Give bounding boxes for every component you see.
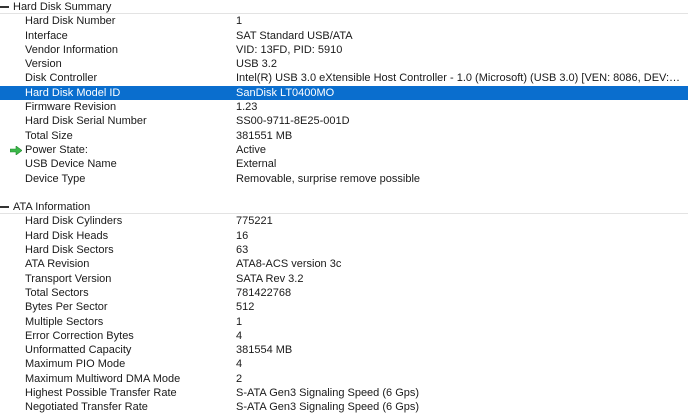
table-row[interactable]: ATA Revision ATA8-ACS version 3c <box>0 257 688 271</box>
table-row[interactable]: Negotiated Transfer Rate S-ATA Gen3 Signa… <box>0 400 688 414</box>
table-row[interactable]: Hard Disk Number 1 <box>0 14 688 28</box>
table-row[interactable]: Bytes Per Sector 512 <box>0 300 688 314</box>
table-row[interactable]: Disk Controller Intel(R) USB 3.0 eXtensib… <box>0 71 688 85</box>
field-name: Total Sectors <box>25 286 89 299</box>
field-name: Transport Version <box>25 272 112 285</box>
field-value: Intel(R) USB 3.0 eXtensible Host Control… <box>236 72 682 85</box>
field-name: Maximum PIO Mode <box>25 358 126 371</box>
table-row[interactable]: Hard Disk Sectors 63 <box>0 243 688 257</box>
table-row[interactable]: Total Size 381551 MB <box>0 129 688 143</box>
table-row[interactable]: Firmware Revision 1.23 <box>0 100 688 114</box>
table-row[interactable]: Highest Possible Transfer Rate S-ATA Gen3… <box>0 386 688 400</box>
collapse-icon[interactable] <box>0 206 9 209</box>
field-name: Device Type <box>25 172 86 185</box>
table-row[interactable]: Hard Disk Serial Number SS00-9711-8E25-00… <box>0 114 688 128</box>
table-row[interactable]: Interface SAT Standard USB/ATA <box>0 29 688 43</box>
field-name: Negotiated Transfer Rate <box>25 401 148 414</box>
field-value: 775221 <box>236 215 273 228</box>
field-name: Hard Disk Number <box>25 15 116 28</box>
table-row[interactable]: Unformatted Capacity 381554 MB <box>0 343 688 357</box>
table-row[interactable]: Version USB 3.2 <box>0 57 688 71</box>
field-name: Bytes Per Sector <box>25 301 108 314</box>
group-header-hard-disk-summary[interactable]: Hard Disk Summary <box>0 0 688 15</box>
field-name: ATA Revision <box>25 258 90 271</box>
field-value: USB 3.2 <box>236 58 277 71</box>
field-value: ATA8-ACS version 3c <box>236 258 342 271</box>
field-name: Hard Disk Serial Number <box>25 115 147 128</box>
field-name: Error Correction Bytes <box>25 329 134 342</box>
table-row[interactable]: Vendor Information VID: 13FD, PID: 5910 <box>0 43 688 57</box>
field-name: Version <box>25 58 62 71</box>
field-name: Hard Disk Cylinders <box>25 215 123 228</box>
field-name: Firmware Revision <box>25 101 117 114</box>
field-value: Removable, surprise remove possible <box>236 172 421 185</box>
table-row[interactable]: Hard Disk Cylinders 775221 <box>0 214 688 228</box>
field-name: Unformatted Capacity <box>25 344 132 357</box>
table-row[interactable]: Device Type Removable, surprise remove po… <box>0 172 688 186</box>
group-header-ata-information[interactable]: ATA Information <box>0 200 688 215</box>
field-name: Hard Disk Model ID <box>25 86 121 99</box>
table-row[interactable]: USB Device Name External <box>0 157 688 171</box>
field-name: Maximum Multiword DMA Mode <box>25 372 181 385</box>
field-value: SAT Standard USB/ATA <box>236 29 353 42</box>
field-value: 381554 MB <box>236 344 293 357</box>
field-value: 4 <box>236 358 243 371</box>
field-value: 1 <box>236 15 243 28</box>
field-value: SATA Rev 3.2 <box>236 272 304 285</box>
table-row-selected[interactable]: Hard Disk Model ID SanDisk LT0400MO <box>0 85 688 101</box>
table-row[interactable]: Hard Disk Heads 16 <box>0 229 688 243</box>
field-value: 781422768 <box>236 286 292 299</box>
field-value: SS00-9711-8E25-001D <box>236 115 350 128</box>
table-row[interactable]: Power State: Active <box>0 143 688 157</box>
group-title: Hard Disk Summary <box>13 1 112 13</box>
field-name: Multiple Sectors <box>25 315 104 328</box>
field-name: Interface <box>25 29 68 42</box>
table-row[interactable]: Maximum Multiword DMA Mode 2 <box>0 372 688 386</box>
field-value: 16 <box>236 229 249 242</box>
table-row[interactable]: Transport Version SATA Rev 3.2 <box>0 272 688 286</box>
table-row[interactable]: Total Sectors 781422768 <box>0 286 688 300</box>
field-name: Power State: <box>25 143 88 156</box>
field-value: 63 <box>236 244 249 257</box>
collapse-icon[interactable] <box>0 6 9 8</box>
field-value: 381551 MB <box>236 129 293 142</box>
field-name: USB Device Name <box>25 158 117 171</box>
field-name: Total Size <box>25 129 73 142</box>
field-name: Highest Possible Transfer Rate <box>25 387 177 400</box>
field-value: S-ATA Gen3 Signaling Speed (6 Gps) <box>236 387 420 400</box>
field-value: Active <box>236 143 266 156</box>
table-row[interactable]: Multiple Sectors 1 <box>0 315 688 329</box>
field-value: 1 <box>236 315 243 328</box>
field-value: 4 <box>236 329 243 342</box>
field-name: Hard Disk Heads <box>25 229 109 242</box>
table-row[interactable]: Maximum PIO Mode 4 <box>0 357 688 371</box>
field-value: VID: 13FD, PID: 5910 <box>236 43 343 56</box>
field-name: Hard Disk Sectors <box>25 244 114 257</box>
field-value: S-ATA Gen3 Signaling Speed (6 Gps) <box>236 401 420 414</box>
field-value: 1.23 <box>236 101 258 114</box>
field-value: 2 <box>236 372 243 385</box>
field-name: Vendor Information <box>25 43 118 56</box>
field-value: External <box>236 158 277 171</box>
group-title: ATA Information <box>13 201 91 214</box>
field-value: SanDisk LT0400MO <box>236 86 335 99</box>
field-value: 512 <box>236 301 255 314</box>
green-arrow-right-icon <box>10 145 22 155</box>
table-row[interactable]: Error Correction Bytes 4 <box>0 329 688 343</box>
field-name: Disk Controller <box>25 72 98 85</box>
property-tree: Hard Disk Summary Hard Disk Number 1 Inte… <box>0 0 688 419</box>
